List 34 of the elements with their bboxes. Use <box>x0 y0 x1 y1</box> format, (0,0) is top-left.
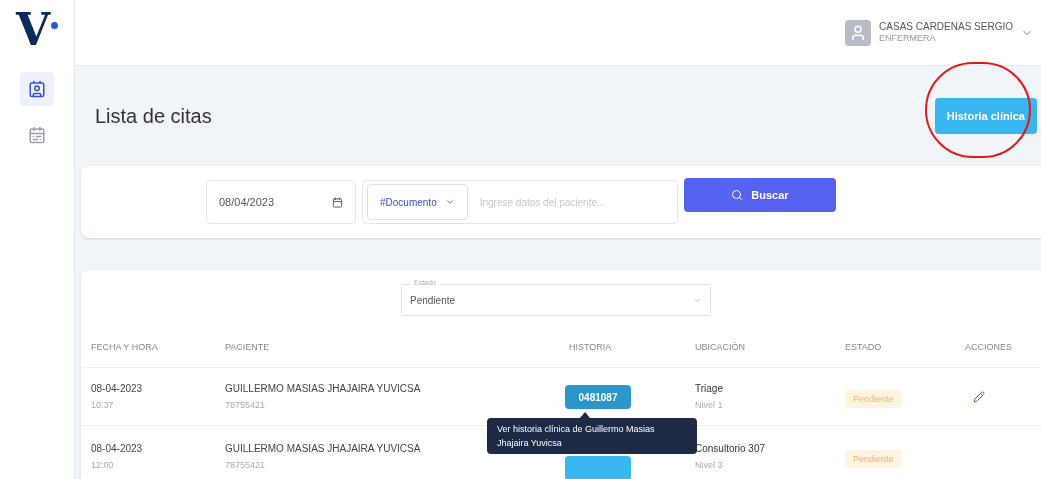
date-field[interactable]: 08/04/2023 <box>206 180 356 224</box>
column-header: ESTADO <box>845 340 883 354</box>
user-name: CASAS CARDENAS SERGIO <box>879 20 1013 34</box>
patient-name: GUILLERMO MASIAS JHAJAIRA YUVICSA <box>225 381 421 396</box>
appointment-time: 10:37 <box>91 398 115 412</box>
appointment-date: 08-04-2023 <box>91 441 144 456</box>
status-badge: Pendiente <box>845 389 902 408</box>
column-header: HISTORIA <box>569 340 613 354</box>
column-header: PACIENTE <box>225 340 271 354</box>
calendar-icon <box>332 196 343 208</box>
edit-icon[interactable] <box>973 390 985 403</box>
patient-name: GUILLERMO MASIAS JHAJAIRA YUVICSA <box>225 441 421 456</box>
page-title: Lista de citas <box>95 104 212 129</box>
document-type-dropdown[interactable]: #Documento <box>367 184 468 220</box>
column-header: FECHA Y HORA <box>91 340 159 354</box>
appointment-time: 12:00 <box>91 458 115 472</box>
appointment-date: 08-04-2023 <box>91 381 144 396</box>
column-header: UBICACIÓN <box>695 340 746 354</box>
avatar-icon <box>845 19 872 46</box>
location-level: Nivel 1 <box>695 398 724 412</box>
column-header: ACCIONES <box>965 340 1013 354</box>
user-role: ENFERMERA <box>879 33 936 45</box>
user-card-icon[interactable] <box>20 72 54 106</box>
patient-document: 78755421 <box>225 458 266 472</box>
search-icon <box>731 189 744 201</box>
location-name: Triage <box>695 381 724 396</box>
caret-icon <box>444 197 455 207</box>
search-button[interactable]: Buscar <box>684 178 836 212</box>
location-level: Nivel 3 <box>695 458 724 472</box>
user-menu[interactable]: CASAS CARDENAS SERGIO ENFERMERA <box>845 19 1033 46</box>
patient-document: 78755421 <box>225 398 266 412</box>
status-badge: Pendiente <box>845 449 902 468</box>
tooltip: Ver historia clínica de Guillermo Masias Jhajaira Yuvicsa <box>487 417 697 454</box>
logo: V <box>15 8 51 52</box>
